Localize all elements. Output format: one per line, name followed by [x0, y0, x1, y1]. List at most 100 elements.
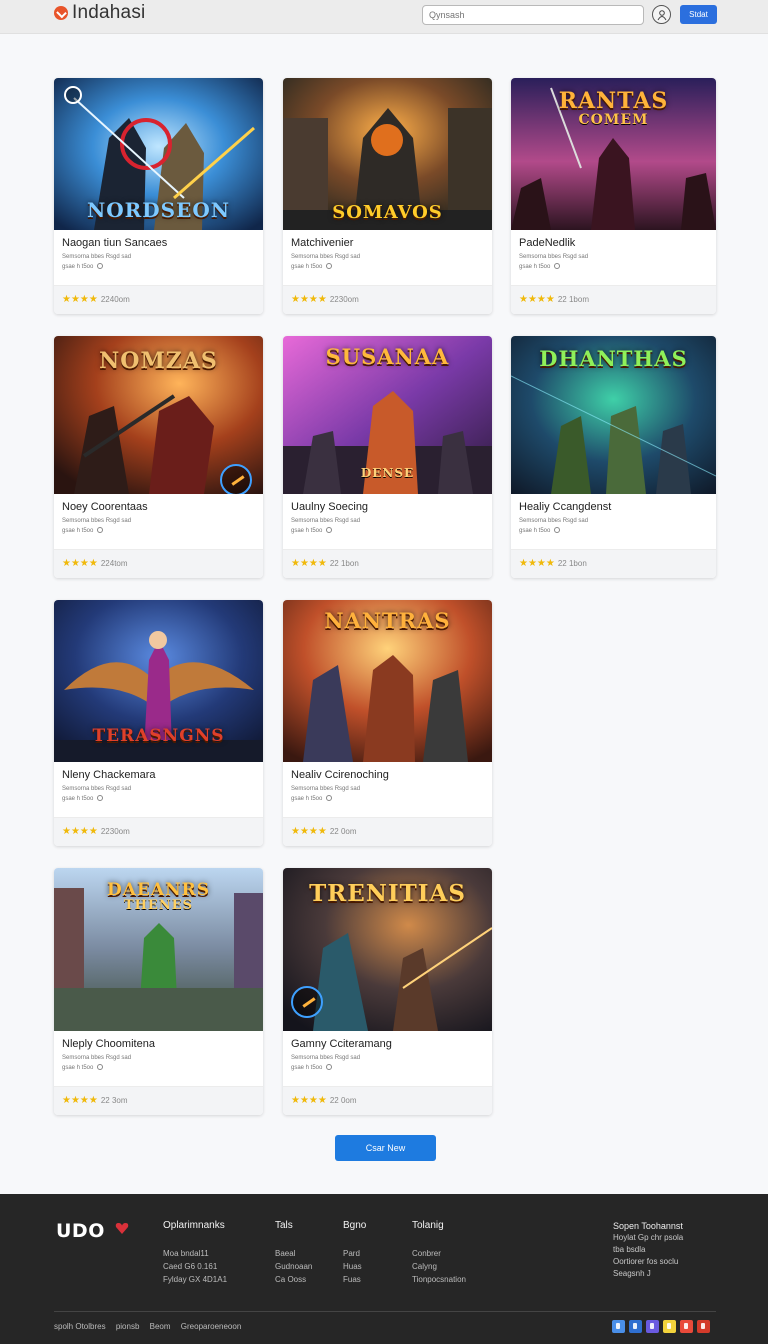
rating-stars-icon: ★★★★ — [62, 294, 98, 305]
footer-bottom-link[interactable]: Greoparoeneoon — [181, 1322, 242, 1331]
footer-link[interactable]: Huas — [343, 1260, 366, 1273]
game-artwork[interactable]: SOMAVOS — [283, 78, 492, 230]
footer-link[interactable]: Tionpocsnation — [412, 1273, 466, 1286]
game-artwork[interactable]: NANTRAS — [283, 600, 492, 762]
game-title[interactable]: Nealiv Ccirenoching — [291, 769, 484, 781]
clock-icon — [326, 1064, 333, 1070]
footer-contact-line: Oortiorer fos soclu — [613, 1257, 679, 1266]
social-icon[interactable] — [646, 1320, 659, 1333]
card-footer: ★★★★ 22 0om — [283, 817, 492, 846]
footer-link[interactable]: Pard — [343, 1247, 366, 1260]
site-footer: UDO Oplarimnanks Moa bndal11 Caed G6 0.1… — [0, 1194, 768, 1344]
account-icon[interactable] — [652, 5, 671, 24]
game-card[interactable]: RANTAS COMEM PadeNedlik Semsorna bbes Rs… — [511, 78, 716, 314]
game-players: gsae h t5oo — [291, 795, 484, 802]
footer-column: Bgno Pard Huas Fuas — [343, 1220, 366, 1286]
social-icon[interactable] — [697, 1320, 710, 1333]
game-artwork[interactable]: NOMZAS — [54, 336, 263, 494]
rating-count: 2240om — [100, 295, 130, 304]
artwork-title: RANTAS — [558, 88, 669, 114]
clock-icon — [554, 527, 561, 533]
social-icon[interactable] — [680, 1320, 693, 1333]
game-card[interactable]: SUSANAA DENSE Uaulny Soecing Semsorna bb… — [283, 336, 492, 578]
game-artwork[interactable]: RANTAS COMEM — [511, 78, 716, 230]
game-description: Semsorna bbes Rsgd sad — [62, 786, 132, 792]
footer-column: Tals Baeal Gudnoaan Ca Ooss — [275, 1220, 312, 1286]
game-card[interactable]: SOMAVOS Matchivenier Semsorna bbes Rsgd … — [283, 78, 492, 314]
music-badge-icon — [64, 86, 82, 104]
game-card[interactable]: NOMZAS Noey Coorentaas Semsorna bbes Rsg… — [54, 336, 263, 578]
footer-link[interactable]: Moa bndal11 — [163, 1247, 227, 1260]
game-title[interactable]: PadeNedlik — [519, 237, 708, 249]
artwork-title: SUSANAA — [325, 344, 450, 369]
game-title[interactable]: Matchivenier — [291, 237, 484, 249]
artwork-subtitle: DENSE — [360, 466, 415, 480]
footer-link[interactable]: Conbrer — [412, 1247, 466, 1260]
footer-bottom-link[interactable]: Beom — [150, 1322, 171, 1331]
game-title[interactable]: Healiy Ccangdenst — [519, 501, 708, 513]
social-icon[interactable] — [663, 1320, 676, 1333]
rating-count: 22 0om — [329, 1096, 357, 1105]
game-card[interactable]: TRENITIAS Gamny Cciteramang Semsorna bbe… — [283, 868, 492, 1115]
game-description: Semsorna bbes Rsgd sad — [62, 254, 132, 260]
game-title[interactable]: Nleny Chackemara — [62, 769, 255, 781]
load-more-button[interactable]: Csar New — [335, 1135, 436, 1161]
footer-link[interactable]: Fuas — [343, 1273, 366, 1286]
footer-link[interactable]: Caed G6 0.161 — [163, 1260, 227, 1273]
game-description: Semsorna bbes Rsgd sad — [62, 518, 132, 524]
footer-link[interactable]: Calyng — [412, 1260, 466, 1273]
game-title[interactable]: Uaulny Soecing — [291, 501, 484, 513]
brand-logo-icon[interactable] — [54, 6, 68, 20]
game-title[interactable]: Naogan tiun Sancaes — [62, 237, 255, 249]
game-card[interactable]: DHANTHAS Healiy Ccangdenst Semsorna bbes… — [511, 336, 716, 578]
footer-divider — [54, 1311, 716, 1312]
clock-icon — [326, 527, 333, 533]
artwork-title: DHANTHAS — [539, 346, 688, 371]
rating-stars-icon: ★★★★ — [291, 294, 327, 305]
signin-button[interactable]: Stdat — [680, 5, 717, 24]
game-description: Semsorna bbes Rsgd sad — [291, 786, 361, 792]
game-card[interactable]: NORDSEON Naogan tiun Sancaes Semsorna bb… — [54, 78, 263, 314]
footer-column: Oplarimnanks Moa bndal11 Caed G6 0.161 F… — [163, 1220, 227, 1286]
game-artwork[interactable]: NORDSEON — [54, 78, 263, 230]
game-players: gsae h t5oo — [291, 527, 484, 534]
play-icon[interactable] — [291, 986, 323, 1018]
footer-bottom-link[interactable]: pionsb — [116, 1322, 140, 1331]
rating-stars-icon: ★★★★ — [62, 1095, 98, 1106]
footer-logo[interactable]: UDO — [56, 1220, 105, 1242]
brand-name[interactable]: Indahasi — [72, 2, 145, 24]
rating-stars-icon: ★★★★ — [291, 826, 327, 837]
game-artwork[interactable]: TERASNGNS — [54, 600, 263, 762]
clock-icon — [97, 527, 104, 533]
game-card[interactable]: DAEANRS THENES Nleply Choomitena Semsorn… — [54, 868, 263, 1115]
clock-icon — [326, 263, 333, 269]
game-artwork[interactable]: DHANTHAS — [511, 336, 716, 494]
game-description: Semsorna bbes Rsgd sad — [291, 254, 361, 260]
game-title[interactable]: Gamny Cciteramang — [291, 1038, 484, 1050]
footer-bottom-link[interactable]: spolh Otolbres — [54, 1322, 106, 1331]
game-artwork[interactable]: DAEANRS THENES — [54, 868, 263, 1031]
game-card[interactable]: TERASNGNS Nleny Chackemara Semsorna bbes… — [54, 600, 263, 846]
social-icon[interactable] — [612, 1320, 625, 1333]
play-icon[interactable] — [220, 464, 252, 494]
rating-stars-icon: ★★★★ — [291, 558, 327, 569]
rating-count: 22 1bon — [329, 559, 359, 568]
game-artwork[interactable]: SUSANAA DENSE — [283, 336, 492, 494]
game-players: gsae h t5oo — [519, 263, 708, 270]
social-icon[interactable] — [629, 1320, 642, 1333]
rating-count: 2230om — [100, 827, 130, 836]
game-title[interactable]: Nleply Choomitena — [62, 1038, 255, 1050]
clock-icon — [97, 1064, 104, 1070]
top-header: Indahasi Stdat — [0, 0, 768, 34]
game-artwork[interactable]: TRENITIAS — [283, 868, 492, 1031]
footer-link[interactable]: Ca Ooss — [275, 1273, 312, 1286]
search-input[interactable] — [422, 5, 644, 25]
game-title[interactable]: Noey Coorentaas — [62, 501, 255, 513]
rating-count: 22 3om — [100, 1096, 128, 1105]
game-card[interactable]: NANTRAS Nealiv Ccirenoching Semsorna bbe… — [283, 600, 492, 846]
footer-link[interactable]: Baeal — [275, 1247, 312, 1260]
footer-contact: Sopen Toohannst Hoylat Gp chr psola tba … — [613, 1220, 683, 1280]
footer-link[interactable]: Gudnoaan — [275, 1260, 312, 1273]
footer-link[interactable]: Fylday GX 4D1A1 — [163, 1273, 227, 1286]
footer-column-heading: Oplarimnanks — [163, 1220, 225, 1231]
